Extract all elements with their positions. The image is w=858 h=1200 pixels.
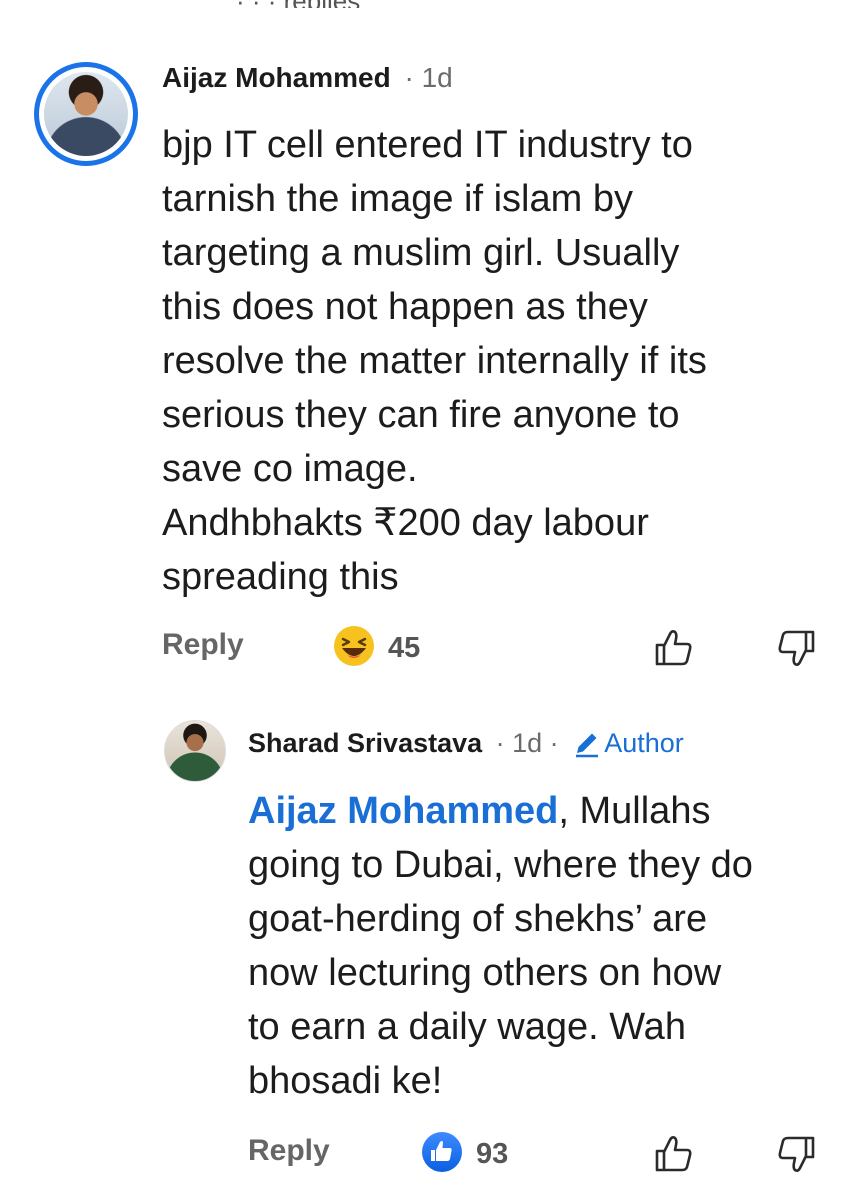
laughing-emoji-icon[interactable] — [332, 624, 376, 668]
comment-line: bjp IT cell entered IT industry to — [162, 124, 693, 166]
comment-text: , Mullahs — [558, 790, 711, 832]
comment-line: save co image. — [162, 448, 418, 490]
comment-line: going to Dubai, where they do — [248, 844, 753, 886]
comment-line: serious they can fire anyone to — [162, 394, 680, 436]
comment-header: Sharad Srivastava · 1d · Author — [248, 728, 684, 759]
comment-author[interactable]: Sharad Srivastava — [248, 728, 482, 758]
thumbs-down-icon[interactable] — [774, 626, 818, 670]
previous-replies-text: · · · replies — [236, 0, 360, 8]
comment-line: targeting a muslim girl. Usually — [162, 232, 680, 274]
author-badge: Author — [572, 728, 684, 758]
comment-timestamp: · 1d — [404, 62, 453, 93]
comment-author[interactable]: Aijaz Mohammed — [162, 62, 391, 93]
comment-actions: Reply 93 — [248, 1132, 828, 1178]
avatar[interactable] — [34, 62, 138, 166]
comment-line: tarnish the image if islam by — [162, 178, 633, 220]
reaction-count: 45 — [388, 632, 421, 664]
like-reaction-icon[interactable] — [420, 1130, 464, 1174]
avatar[interactable] — [164, 720, 226, 782]
comment-line: Aijaz Mohammed, Mullahs — [248, 784, 828, 838]
previous-replies-link[interactable]: · · · replies — [236, 0, 406, 8]
comment-line: to earn a daily wage. Wah — [248, 1006, 686, 1048]
reply-button[interactable]: Reply — [248, 1134, 330, 1168]
thumbs-up-icon[interactable] — [652, 626, 696, 670]
comment-header: Aijaz Mohammed · 1d — [162, 62, 453, 94]
comment-line: Andhbhakts ₹200 day labour — [162, 502, 649, 544]
reply-button[interactable]: Reply — [162, 628, 244, 662]
comment-timestamp: · 1d · — [495, 728, 559, 758]
pencil-icon — [576, 733, 599, 758]
comment-line: now lecturing others on how — [248, 952, 722, 994]
comment-line: bhosadi ke! — [248, 1060, 443, 1102]
comment-line: resolve the matter internally if its — [162, 340, 707, 382]
comment-line: this does not happen as they — [162, 286, 648, 328]
thumbs-up-icon[interactable] — [652, 1132, 696, 1176]
thumbs-down-icon[interactable] — [774, 1132, 818, 1176]
comment-line: goat-herding of shekhs’ are — [248, 898, 708, 940]
reaction-count: 93 — [476, 1138, 509, 1170]
comment-actions: Reply 45 — [162, 626, 822, 672]
mention-link[interactable]: Aijaz Mohammed — [248, 790, 558, 832]
author-badge-label: Author — [604, 728, 684, 758]
comment-body: Aijaz Mohammed, Mullahs going to Dubai, … — [248, 784, 828, 1108]
comment-line: spreading this — [162, 556, 399, 598]
comment-body: bjp IT cell entered IT industry to tarni… — [162, 118, 822, 604]
